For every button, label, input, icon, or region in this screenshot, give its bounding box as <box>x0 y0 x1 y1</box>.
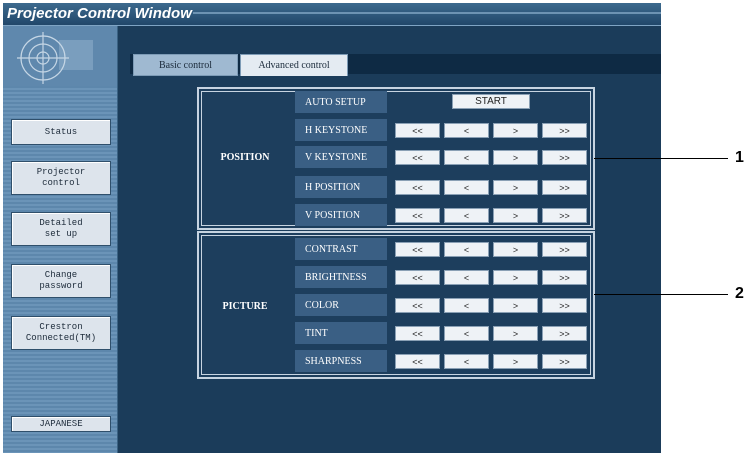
japanese-button[interactable]: JAPANESE <box>11 416 111 432</box>
color-increase-button[interactable]: > <box>493 298 538 313</box>
tab-advanced-control[interactable]: Advanced control <box>240 54 348 76</box>
callout-number-1: 1 <box>735 149 744 166</box>
h-position-fast-increase-button[interactable]: >> <box>542 180 587 195</box>
window-title: Projector Control Window <box>7 5 192 22</box>
row-label-color: COLOR <box>295 294 387 316</box>
tab-basic-control[interactable]: Basic control <box>133 54 238 76</box>
h-position-increase-button[interactable]: > <box>493 180 538 195</box>
v-position-fast-decrease-button[interactable]: << <box>395 208 440 223</box>
row-label-v-position: V POSITION <box>295 204 387 226</box>
color-decrease-button[interactable]: < <box>444 298 489 313</box>
sharpness-fast-increase-button[interactable]: >> <box>542 354 587 369</box>
change-password-button[interactable]: Change password <box>11 264 111 298</box>
h-keystone-fast-decrease-button[interactable]: << <box>395 123 440 138</box>
detailed-setup-button[interactable]: Detailed set up <box>11 212 111 246</box>
tint-fast-decrease-button[interactable]: << <box>395 326 440 341</box>
picture-section-label: PICTURE <box>222 301 268 312</box>
callout-line-2 <box>594 294 728 295</box>
row-label-brightness: BRIGHTNESS <box>295 266 387 288</box>
tint-increase-button[interactable]: > <box>493 326 538 341</box>
status-button[interactable]: Status <box>11 119 111 145</box>
h-keystone-increase-button[interactable]: > <box>493 123 538 138</box>
contrast-fast-decrease-button[interactable]: << <box>395 242 440 257</box>
h-keystone-fast-increase-button[interactable]: >> <box>542 123 587 138</box>
v-keystone-fast-decrease-button[interactable]: << <box>395 150 440 165</box>
contrast-fast-increase-button[interactable]: >> <box>542 242 587 257</box>
picture-panel: PICTURE CONTRAST << < > >> BRIGHTNESS <<… <box>197 231 595 379</box>
brightness-increase-button[interactable]: > <box>493 270 538 285</box>
h-position-fast-decrease-button[interactable]: << <box>395 180 440 195</box>
row-label-v-keystone: V KEYSTONE <box>295 146 387 168</box>
v-position-fast-increase-button[interactable]: >> <box>542 208 587 223</box>
title-bar-stripe <box>193 12 661 14</box>
crestron-connected-button[interactable]: Crestron Connected(TM) <box>11 316 111 350</box>
sharpness-fast-decrease-button[interactable]: << <box>395 354 440 369</box>
v-position-decrease-button[interactable]: < <box>444 208 489 223</box>
callout-number-2: 2 <box>735 285 744 302</box>
projector-control-button[interactable]: Projector control <box>11 161 111 195</box>
callout-line-1 <box>594 158 728 159</box>
contrast-increase-button[interactable]: > <box>493 242 538 257</box>
sidebar: Status Projector control Detailed set up… <box>3 26 118 453</box>
target-logo-icon <box>17 32 93 84</box>
brightness-fast-increase-button[interactable]: >> <box>542 270 587 285</box>
row-label-h-position: H POSITION <box>295 176 387 198</box>
row-label-sharpness: SHARPNESS <box>295 350 387 372</box>
position-panel: POSITION AUTO SETUP START H KEYSTONE << … <box>197 87 595 230</box>
tint-fast-increase-button[interactable]: >> <box>542 326 587 341</box>
tint-decrease-button[interactable]: < <box>444 326 489 341</box>
main-content: Basic control Advanced control POSITION … <box>118 26 661 453</box>
projector-control-window: Projector Control Window Status Projecto… <box>3 3 661 453</box>
sharpness-increase-button[interactable]: > <box>493 354 538 369</box>
color-fast-increase-button[interactable]: >> <box>542 298 587 313</box>
contrast-decrease-button[interactable]: < <box>444 242 489 257</box>
row-label-h-keystone: H KEYSTONE <box>295 119 387 141</box>
color-fast-decrease-button[interactable]: << <box>395 298 440 313</box>
v-keystone-fast-increase-button[interactable]: >> <box>542 150 587 165</box>
projector-logo <box>3 26 117 86</box>
row-label-auto-setup: AUTO SETUP <box>295 91 387 113</box>
auto-setup-start-button[interactable]: START <box>452 94 530 109</box>
h-keystone-decrease-button[interactable]: < <box>444 123 489 138</box>
brightness-decrease-button[interactable]: < <box>444 270 489 285</box>
brightness-fast-decrease-button[interactable]: << <box>395 270 440 285</box>
v-keystone-increase-button[interactable]: > <box>493 150 538 165</box>
v-keystone-decrease-button[interactable]: < <box>444 150 489 165</box>
row-label-tint: TINT <box>295 322 387 344</box>
position-section-label: POSITION <box>220 152 270 163</box>
v-position-increase-button[interactable]: > <box>493 208 538 223</box>
row-label-contrast: CONTRAST <box>295 238 387 260</box>
h-position-decrease-button[interactable]: < <box>444 180 489 195</box>
sharpness-decrease-button[interactable]: < <box>444 354 489 369</box>
title-bar: Projector Control Window <box>3 3 661 26</box>
